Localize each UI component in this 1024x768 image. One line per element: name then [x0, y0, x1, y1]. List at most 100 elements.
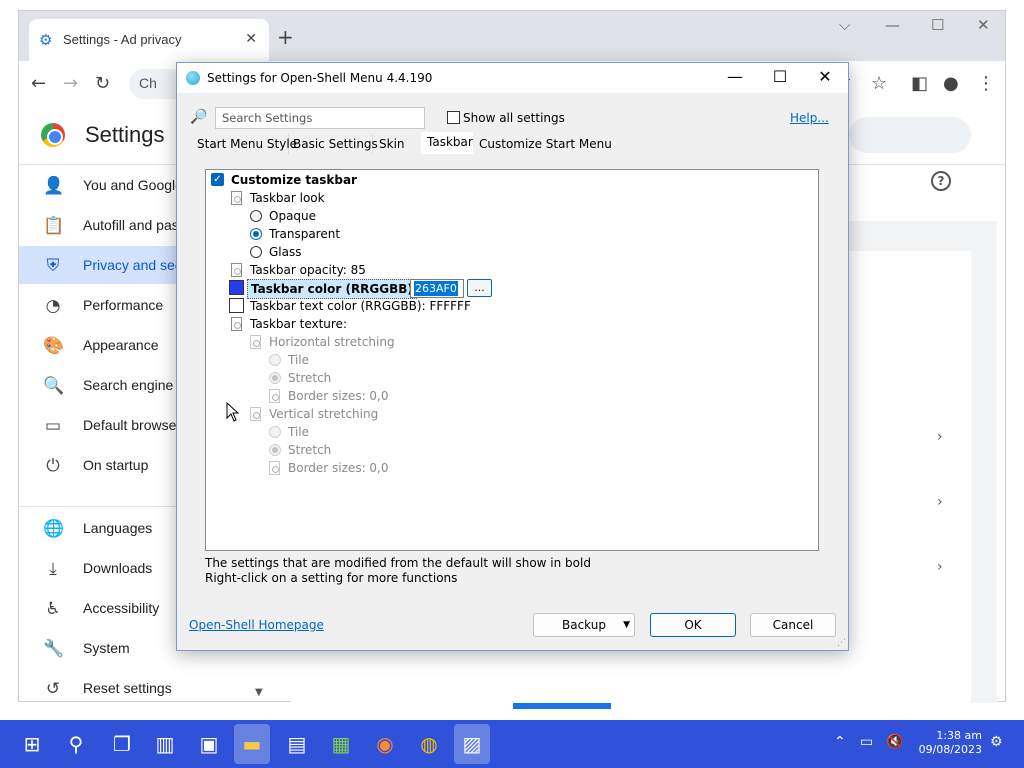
sidebar-item-reset-settings[interactable]: ↺ Reset settings [19, 669, 269, 707]
search-icon[interactable]: ⚲ [62, 730, 90, 758]
help-link[interactable]: Help... [790, 111, 829, 125]
help-icon[interactable]: ? [931, 171, 951, 191]
search-icon: 🔍 [43, 376, 65, 396]
side-panel-icon[interactable]: ◧ [911, 73, 928, 94]
v-tile-label: Tile [288, 425, 310, 439]
color-picker-button[interactable]: ... [467, 279, 492, 297]
windows-taskbar: ⊞ ⚲ ❐ ▥ ▣ ▬ ▤ ▦ ◉ ◍ ▨ ⌃ ▭ 🔇 1:38 am 09/0… [0, 720, 1024, 768]
resize-grip-icon[interactable]: ⋰ [837, 638, 846, 648]
chrome-icon[interactable]: ◍ [415, 730, 443, 758]
file-explorer-icon[interactable]: ▬ [234, 724, 270, 764]
clock[interactable]: 1:38 am 09/08/2023 [910, 729, 982, 757]
sidebar-item-label: Reset settings [83, 680, 172, 696]
search-settings-box[interactable] [215, 107, 425, 129]
v-stretch-label: Stretch [288, 443, 332, 457]
chevron-right-icon[interactable]: › [937, 494, 943, 510]
minimize-button[interactable]: — [720, 67, 750, 86]
sidebar-item-label: Accessibility [83, 600, 160, 616]
taskbar-color-input[interactable]: 263AF0 [410, 279, 464, 298]
download-icon: ⤓ [49, 559, 57, 579]
search-input[interactable] [216, 108, 424, 128]
browser-tab[interactable]: ⚙ Settings - Ad privacy ✕ [29, 19, 269, 61]
dialog-titlebar: Settings for Open-Shell Menu 4.4.190 — ☐… [177, 63, 848, 93]
maximize-button[interactable]: ☐ [765, 67, 795, 86]
setting-doc-icon [231, 317, 242, 331]
wrench-icon: 🔧 [43, 639, 65, 659]
menu-dots-icon[interactable]: ⋮ [977, 73, 995, 94]
sidebar-item-label: Search engine [83, 377, 174, 393]
tab-start-menu-style[interactable]: Start Menu Style [193, 134, 297, 154]
chevron-up-icon[interactable]: ⌃ [834, 734, 846, 750]
tab-title: Settings - Ad privacy [63, 32, 182, 47]
tab-taskbar[interactable]: Taskbar [421, 132, 473, 154]
backup-button[interactable]: Backup ▼ [533, 613, 635, 637]
sidebar-item-label: Languages [83, 520, 153, 536]
reload-icon[interactable]: ↻ [95, 73, 110, 94]
volume-muted-icon[interactable]: 🔇 [886, 734, 903, 750]
sidebar-item-label: Appearance [83, 337, 159, 353]
taskbar-color-row[interactable]: Taskbar color (RRGGBB) 263AF0 ... [229, 279, 499, 299]
maximize-button[interactable]: ☐ [931, 16, 944, 34]
radio-button[interactable] [250, 210, 262, 222]
radio-button[interactable] [269, 426, 281, 438]
setting-doc-icon [250, 335, 261, 349]
close-button[interactable]: ✕ [977, 16, 990, 34]
back-icon[interactable]: ← [31, 73, 46, 94]
radio-button-selected[interactable] [269, 372, 281, 384]
minimize-button[interactable]: — [885, 16, 900, 34]
gauge-icon: ◔ [45, 296, 61, 316]
open-shell-settings-dialog: Settings for Open-Shell Menu 4.4.190 — ☐… [176, 62, 849, 651]
chrome-logo-icon [41, 123, 65, 147]
person-icon: 👤 [43, 176, 65, 196]
star-icon[interactable]: ☆ [871, 73, 887, 94]
show-all-settings-checkbox[interactable]: Show all settings [447, 110, 565, 125]
tab-skin[interactable]: Skin [375, 134, 417, 154]
forward-icon[interactable]: → [63, 73, 78, 94]
radio-button-selected[interactable] [269, 444, 281, 456]
gear-icon: ⚙ [39, 31, 53, 49]
close-tab-icon[interactable]: ✕ [245, 31, 257, 47]
profile-icon[interactable]: ● [943, 73, 959, 94]
firefox-icon[interactable]: ◉ [371, 730, 399, 758]
setting-doc-icon [269, 461, 280, 475]
start-windows-icon[interactable]: ⊞ [18, 730, 46, 758]
text-color-swatch [229, 298, 244, 313]
checkbox-box[interactable] [447, 111, 460, 124]
chevron-right-icon[interactable]: › [937, 429, 943, 445]
sidebar-item-label: Default browser [83, 417, 182, 433]
globe-icon: 🌐 [43, 519, 65, 539]
tab-customize-start-menu[interactable]: Customize Start Menu [477, 134, 612, 154]
clipboard-icon: 📋 [43, 216, 65, 236]
chevron-right-icon[interactable]: › [937, 559, 943, 575]
open-shell-homepage-link[interactable]: Open-Shell Homepage [189, 618, 324, 632]
scroll-down-arrow[interactable]: ▼ [255, 687, 263, 698]
ok-button[interactable]: OK [650, 613, 736, 637]
chat-icon[interactable]: ▣ [195, 730, 223, 758]
setting-doc-icon [250, 407, 261, 421]
new-tab-button[interactable]: + [277, 25, 294, 49]
widgets-icon[interactable]: ▥ [151, 730, 179, 758]
checkmark-icon[interactable]: ✓ [211, 173, 224, 186]
notepad-icon[interactable]: ▤ [283, 730, 311, 758]
dialog-title: Settings for Open-Shell Menu 4.4.190 [207, 71, 433, 85]
browser-icon: ▭ [44, 416, 62, 436]
vertical-stretching-label: Vertical stretching [269, 407, 379, 421]
tab-basic-settings[interactable]: Basic Settings [291, 134, 378, 154]
dropdown-arrow-icon: ▼ [623, 620, 630, 630]
radio-button[interactable] [250, 246, 262, 258]
close-button[interactable]: ✕ [810, 67, 840, 86]
sidebar-item-label: System [83, 640, 130, 656]
cancel-button[interactable]: Cancel [750, 613, 836, 637]
open-shell-settings-icon[interactable]: ▨ [454, 724, 490, 764]
backup-label: Backup [562, 618, 606, 632]
accessibility-icon: ♿ [45, 599, 61, 619]
chevron-down-icon[interactable]: ⌵ [839, 16, 850, 34]
store-icon[interactable]: ▦ [327, 730, 355, 758]
notifications-icon[interactable]: ⚙ [990, 734, 1003, 750]
radio-button-selected[interactable] [250, 228, 262, 240]
radio-button[interactable] [269, 354, 281, 366]
network-icon[interactable]: ▭ [860, 734, 873, 750]
task-view-icon[interactable]: ❐ [108, 730, 136, 758]
settings-search[interactable] [849, 117, 971, 153]
palette-icon: 🎨 [43, 336, 65, 356]
